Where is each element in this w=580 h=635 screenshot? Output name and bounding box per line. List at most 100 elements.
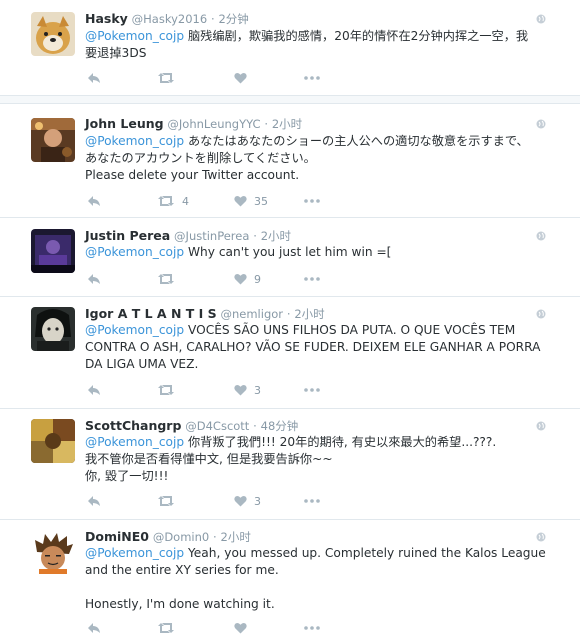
text-line: and the entire XY series for me. — [85, 563, 279, 577]
mention-link[interactable]: @Pokemon_cojp — [85, 29, 184, 43]
text-line: Please delete your Twitter account. — [85, 168, 300, 182]
reply-button[interactable] — [87, 383, 101, 397]
avatar[interactable] — [31, 307, 75, 351]
avatar[interactable] — [31, 419, 75, 463]
globe-icon — [536, 119, 546, 129]
separator-dot: · — [264, 117, 269, 131]
display-name[interactable]: John Leung — [85, 116, 164, 131]
timestamp[interactable]: 2小时 — [294, 307, 324, 321]
mention-link[interactable]: @Pokemon_cojp — [85, 245, 184, 259]
user-handle[interactable]: @Domin0 — [153, 530, 209, 544]
text-line: 你, 毀了一切!!! — [85, 469, 169, 483]
globe-icon — [536, 421, 546, 431]
mention-link[interactable]: @Pokemon_cojp — [85, 323, 184, 337]
separator-dot: · — [253, 229, 257, 243]
text-line: DA LIGA UMA VEZ. — [85, 357, 199, 371]
tweet[interactable]: John Leung @JohnLeungYYC · 2小时 @Pokemon_… — [0, 104, 580, 218]
reply-button[interactable] — [87, 494, 101, 508]
avatar[interactable] — [31, 118, 75, 162]
more-button[interactable] — [304, 494, 320, 508]
like-count: 3 — [254, 383, 261, 397]
display-name[interactable]: DomiNE0 — [85, 529, 149, 544]
text-line: Honestly, I'm done watching it. — [85, 597, 275, 611]
more-button[interactable] — [304, 383, 320, 397]
more-icon — [304, 499, 320, 503]
mention-link[interactable]: @Pokemon_cojp — [85, 546, 184, 560]
display-name[interactable]: Justin Perea — [85, 228, 170, 243]
retweet-button[interactable] — [157, 383, 182, 397]
globe-icon — [536, 14, 546, 24]
reply-icon — [88, 496, 100, 506]
retweet-button[interactable] — [157, 272, 182, 286]
user-handle[interactable]: @JohnLeungYYC — [167, 117, 260, 131]
more-button[interactable] — [304, 194, 320, 208]
timestamp[interactable]: 2分钟 — [218, 12, 248, 26]
text-line: VOCÊS SÃO UNS FILHOS DA PUTA. O QUE VOCÊ… — [187, 323, 516, 337]
user-handle[interactable]: @nemligor — [220, 307, 283, 321]
reply-button[interactable] — [87, 621, 101, 635]
reply-icon — [88, 73, 100, 83]
avatar[interactable] — [31, 229, 75, 273]
display-name[interactable]: Igor A T L A N T I S — [85, 306, 217, 321]
timestamp[interactable]: 2小时 — [261, 229, 291, 243]
avatar[interactable] — [31, 12, 75, 56]
reply-button[interactable] — [87, 194, 101, 208]
reply-icon — [88, 385, 100, 395]
tweet[interactable]: Justin Perea @JustinPerea · 2小时 @Pokemon… — [0, 218, 580, 297]
timestamp[interactable]: 2小时 — [221, 530, 251, 544]
avatar[interactable] — [31, 530, 75, 574]
like-button[interactable]: 9 — [234, 272, 261, 286]
user-handle[interactable]: @Hasky2016 — [132, 12, 208, 26]
retweet-icon — [158, 196, 174, 206]
tweet[interactable]: Hasky @Hasky2016 · 2分钟 @Pokemon_cojp 脑残编… — [0, 0, 580, 95]
retweet-icon — [158, 623, 174, 633]
text-line: 脑残编剧，欺骗我的感情，20年的情怀在2分钟内挥之一空，我 — [187, 29, 529, 43]
tweet-text: @Pokemon_cojp 脑残编剧，欺骗我的感情，20年的情怀在2分钟内挥之一… — [85, 28, 555, 62]
retweet-button[interactable]: 4 — [157, 194, 189, 208]
more-button[interactable] — [304, 71, 320, 85]
reply-icon — [88, 623, 100, 633]
reply-icon — [88, 274, 100, 284]
retweet-button[interactable] — [157, 71, 182, 85]
more-button[interactable] — [304, 621, 320, 635]
retweet-button[interactable] — [157, 494, 182, 508]
like-button[interactable]: 35 — [234, 194, 268, 208]
user-handle[interactable]: @JustinPerea — [174, 229, 249, 243]
mention-link[interactable]: @Pokemon_cojp — [85, 134, 184, 148]
tweet-text: @Pokemon_cojp VOCÊS SÃO UNS FILHOS DA PU… — [85, 322, 555, 373]
like-button[interactable] — [234, 71, 254, 85]
reply-button[interactable] — [87, 71, 101, 85]
mention-link[interactable]: @Pokemon_cojp — [85, 435, 184, 449]
retweet-icon — [158, 274, 174, 284]
like-button[interactable]: 3 — [234, 383, 261, 397]
text-line: CONTRA O ASH, CARALHO? VÃO SE FUDER. DEI… — [85, 340, 541, 354]
tweet-header: Justin Perea @JustinPerea · 2小时 — [85, 228, 291, 244]
separator-dot: · — [286, 307, 291, 321]
display-name[interactable]: Hasky — [85, 11, 128, 26]
retweet-button[interactable] — [157, 621, 182, 635]
user-handle[interactable]: @D4Cscott — [185, 419, 249, 433]
separator-dot: · — [210, 12, 215, 26]
like-icon — [234, 72, 247, 84]
more-button[interactable] — [304, 272, 320, 286]
text-line: 你背叛了我們!!! 20年的期待, 有史以來最大的希望...???. — [187, 435, 497, 449]
reply-button[interactable] — [87, 272, 101, 286]
tweet[interactable]: Igor A T L A N T I S @nemligor · 2小时 @Po… — [0, 297, 580, 409]
more-icon — [304, 388, 320, 392]
timestamp[interactable]: 48分钟 — [261, 419, 299, 433]
tweet-header: DomiNE0 @Domin0 · 2小时 — [85, 529, 251, 545]
like-button[interactable]: 3 — [234, 494, 261, 508]
reply-icon — [88, 196, 100, 206]
separator-dot: · — [213, 530, 217, 544]
tweet-header: Hasky @Hasky2016 · 2分钟 — [85, 11, 249, 27]
like-icon — [234, 273, 247, 285]
text-line: Yeah, you messed up. Completely ruined t… — [187, 546, 546, 560]
timestamp[interactable]: 2小时 — [272, 117, 302, 131]
display-name[interactable]: ScottChangrp — [85, 418, 181, 433]
tweet[interactable]: DomiNE0 @Domin0 · 2小时 @Pokemon_cojp Yeah… — [0, 520, 580, 634]
like-button[interactable] — [234, 621, 254, 635]
like-count: 9 — [254, 272, 261, 286]
like-count: 3 — [254, 494, 261, 508]
tweet[interactable]: ScottChangrp @D4Cscott · 48分钟 @Pokemon_c… — [0, 409, 580, 520]
